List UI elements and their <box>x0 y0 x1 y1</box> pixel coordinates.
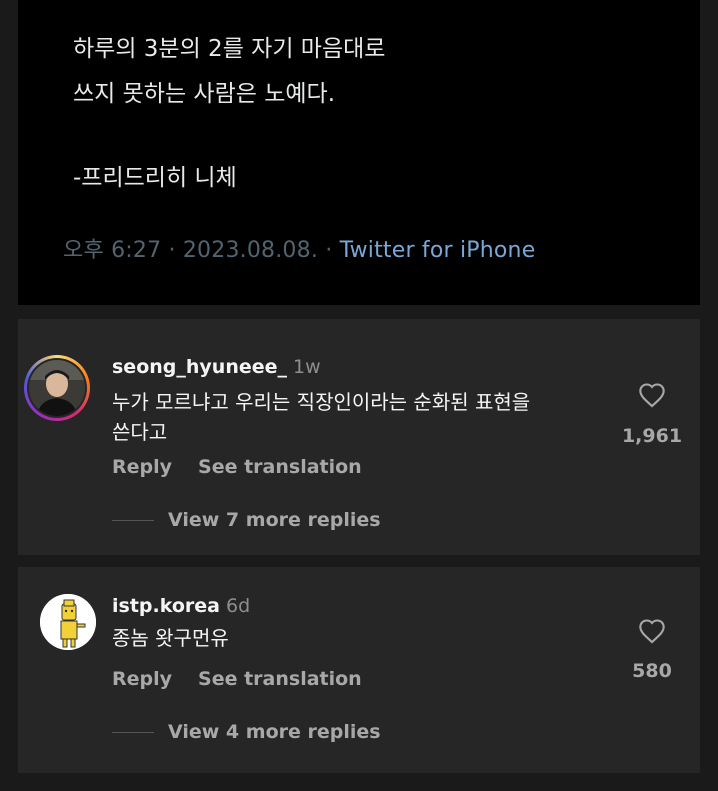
see-translation-button[interactable]: See translation <box>198 456 362 478</box>
tweet-timestamp: 오후 6:27 · 2023.08.08. · <box>63 238 340 263</box>
avatar[interactable] <box>29 360 85 416</box>
view-replies-label[interactable]: View 4 more replies <box>168 721 381 743</box>
tweet-text-line-1: 하루의 3분의 2를 자기 마음대로 <box>73 36 386 62</box>
tweet-metadata: 오후 6:27 · 2023.08.08. · Twitter for iPho… <box>63 232 535 264</box>
reply-button[interactable]: Reply <box>112 456 172 478</box>
tweet-card: 하루의 3분의 2를 자기 마음대로 쓰지 못하는 사람은 노예다. -프리드리… <box>18 0 700 305</box>
heart-outline-icon[interactable] <box>638 382 666 408</box>
comment-text-line-1: 누가 모르냐고 우리는 직장인이라는 순화된 표현을 <box>112 390 531 414</box>
comment-actions: Reply See translation <box>112 456 362 478</box>
username-text[interactable]: istp.korea <box>112 595 220 617</box>
view-replies-label[interactable]: View 7 more replies <box>168 509 381 531</box>
replies-divider <box>112 520 154 521</box>
tweet-attribution: -프리드리히 니체 <box>73 165 237 191</box>
comment-card: seong_hyuneee_ 1w 누가 모르냐고 우리는 직장인이라는 순화된 … <box>18 319 700 555</box>
view-replies-button[interactable]: View 7 more replies <box>112 509 381 531</box>
heart-outline-icon[interactable] <box>638 618 666 644</box>
comment-actions: Reply See translation <box>112 668 362 690</box>
username-text[interactable]: seong_hyuneee_ <box>112 356 287 378</box>
avatar[interactable] <box>40 594 96 650</box>
view-replies-button[interactable]: View 4 more replies <box>112 721 381 743</box>
reply-button[interactable]: Reply <box>112 668 172 690</box>
tweet-text-line-2: 쓰지 못하는 사람은 노예다. <box>73 81 336 107</box>
comment-age: 1w <box>293 356 321 378</box>
tweet-source-link[interactable]: Twitter for iPhone <box>340 238 536 263</box>
comment-username[interactable]: seong_hyuneee_ 1w <box>112 356 321 378</box>
comment-text-line-2: 쓴다고 <box>112 420 168 444</box>
story-ring[interactable] <box>24 355 90 421</box>
comment-username[interactable]: istp.korea 6d <box>112 595 250 617</box>
comment-card: istp.korea 6d 종놈 왓구먼유 Reply See translatio… <box>18 567 700 773</box>
like-count: 1,961 <box>621 425 683 447</box>
comment-age: 6d <box>225 595 251 617</box>
see-translation-button[interactable]: See translation <box>198 668 362 690</box>
comment-text-line-1: 종놈 왓구먼유 <box>112 626 229 650</box>
like-count: 580 <box>632 660 672 682</box>
replies-divider <box>112 732 154 733</box>
